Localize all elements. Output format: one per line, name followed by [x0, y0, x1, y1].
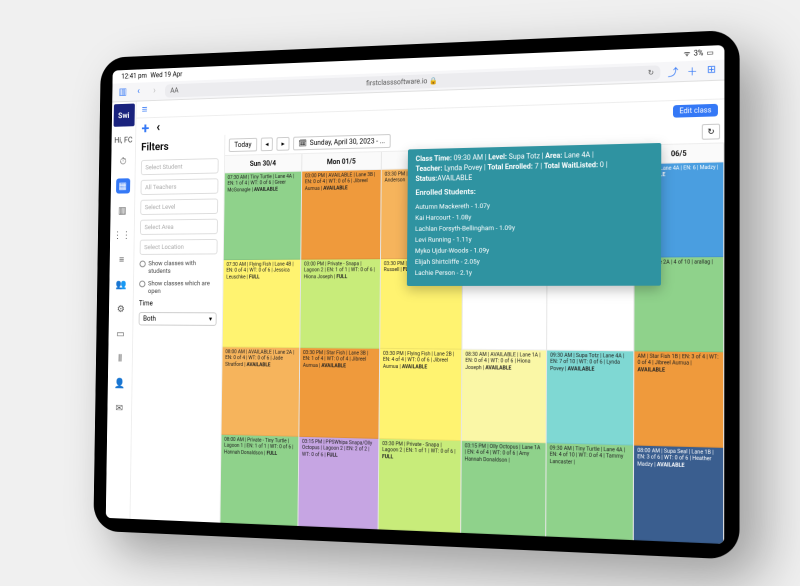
popup-section-title: Enrolled Students: [415, 184, 652, 199]
class-cell[interactable]: 03:30 PM | Private - Snapa | Lagoon 2 | … [379, 439, 461, 533]
gear-icon[interactable]: ⚙ [114, 302, 128, 317]
filters-panel: Filters Select Student All Teachers Sele… [130, 135, 225, 523]
filters-title: Filters [141, 139, 219, 154]
class-cell[interactable]: 07:30 AM | Flying Fish | Lane 4B | EN: 0… [223, 260, 301, 348]
calendar-view: Today ◂ ▸ 🗓 Sunday, April 30, 2023 - ...… [220, 120, 724, 544]
calendar-day-icon[interactable]: ▦ [116, 178, 130, 193]
class-cell[interactable]: 03:15 PM | PPSWhipa Snapa/Olly Octopus |… [298, 437, 378, 530]
today-button[interactable]: Today [229, 137, 257, 151]
edit-class-button[interactable]: Edit class [673, 104, 718, 118]
back-icon[interactable]: ‹ [133, 86, 144, 98]
enrolled-student: Elijah Shirtcliffe - 2.05y [415, 256, 653, 269]
student-select[interactable]: Select Student [141, 158, 219, 175]
greeting: Hi, FC [114, 136, 132, 145]
hamburger-icon[interactable]: ≡ [142, 103, 148, 115]
level-select[interactable]: Select Level [140, 198, 218, 215]
class-cell[interactable]: 08:00 AM | AVAILABLE | Lane 2A | EN: 0 o… [222, 347, 300, 437]
battery-icon: ▭ [707, 49, 714, 58]
enrolled-student: Lachie Person - 2.1y [415, 267, 653, 279]
grid-icon[interactable]: ⋮⋮ [115, 227, 129, 242]
radio-icon [139, 281, 145, 288]
user-icon[interactable]: 👤 [113, 376, 127, 392]
class-cell[interactable]: 03:15 PM | Olly Octopus | Lane 1A | EN: … [461, 441, 545, 536]
time-label: Time [139, 300, 217, 308]
chart-icon[interactable]: ⫴ [113, 351, 127, 366]
class-cell[interactable]: 09:30 AM | Supa Totz | Lane 4A | EN: 7 o… [547, 351, 634, 446]
list-icon[interactable]: ≡ [114, 252, 128, 267]
reload-icon[interactable]: ↻ [648, 68, 654, 76]
date-range-text: Sunday, April 30, 2023 - ... [310, 137, 385, 147]
app-logo[interactable]: Swi [113, 104, 134, 127]
location-select[interactable]: Select Location [140, 239, 218, 255]
sidebar-toggle-icon[interactable]: ▥ [117, 86, 128, 98]
lock-icon: 🔒 [429, 76, 438, 84]
calendar-icon: 🗓 [299, 139, 307, 147]
radio-label: Show classes with students [148, 259, 217, 275]
chevron-down-icon: ▾ [209, 315, 212, 323]
teacher-select[interactable]: All Teachers [141, 178, 219, 195]
class-cell[interactable]: 08:30 AM | AVAILABLE | Lane 1A | EN: 0 o… [462, 350, 546, 444]
card-icon[interactable]: ▭ [113, 326, 127, 341]
calendar-week-icon[interactable]: ▥ [115, 203, 129, 218]
class-cell[interactable]: 08:00 AM | Supa Seal | Lane 1B | EN: 3 o… [634, 446, 723, 544]
radio-icon [139, 261, 145, 268]
main-area: ≡ + ‹ Edit class Filters Select Student … [130, 81, 724, 544]
day-header: Mon 01/5 [302, 152, 381, 172]
time-select[interactable]: Both ▾ [139, 312, 217, 326]
app-root: Swi Hi, FC ⏱ ▦ ▥ ⋮⋮ ≡ 👥 ⚙ ▭ ⫴ 👤 ✉ ≡ [106, 81, 725, 544]
newtab-icon[interactable]: ＋ [686, 64, 699, 77]
wifi-icon: ᯤ [684, 49, 691, 59]
class-cell[interactable]: 09:30 AM | Tiny Turtle | Lane 4A | EN: 4… [546, 443, 633, 540]
radio-with-students[interactable]: Show classes with students [139, 259, 217, 275]
mail-icon[interactable]: ✉ [112, 400, 126, 416]
add-button[interactable]: + [141, 119, 149, 137]
tablet-frame: 12:41 pm Wed 19 Apr ᯤ 3% ▭ ▥ ‹ › AA firs… [93, 30, 739, 560]
content: Filters Select Student All Teachers Sele… [130, 120, 724, 544]
popup-students: Autumn Mackereth - 1.07yKai Harcourt - 1… [415, 198, 653, 279]
back-chevron-icon[interactable]: ‹ [156, 120, 160, 135]
radio-open-classes[interactable]: Show classes which are open [139, 279, 217, 294]
people-icon[interactable]: 👥 [114, 277, 128, 292]
forward-icon[interactable]: › [149, 85, 160, 97]
radio-label: Show classes which are open [148, 279, 217, 294]
status-time: 12:41 pm [121, 72, 147, 81]
area-select[interactable]: Select Area [140, 219, 218, 235]
share-icon[interactable]: ⤴ [667, 65, 680, 78]
class-cell[interactable]: 08:00 AM | Private - Tiny Turtle | Lagoo… [220, 435, 298, 526]
refresh-button[interactable]: ↻ [702, 124, 720, 140]
screen: 12:41 pm Wed 19 Apr ᯤ 3% ▭ ▥ ‹ › AA firs… [106, 45, 725, 544]
dashboard-icon[interactable]: ⏱ [116, 154, 130, 169]
date-range-picker[interactable]: 🗓 Sunday, April 30, 2023 - ... [293, 134, 391, 150]
class-cell[interactable]: 07:30 AM | Tiny Turtle | Lane 4A | EN: 1… [224, 172, 302, 260]
popup-header: Class Time: 09:30 AM | Level: Supa Totz … [415, 149, 652, 184]
day-column: Mon 01/503:00 PM | AVAILABLE | Lane 3B |… [298, 152, 382, 529]
class-cell[interactable]: 03:30 PM | Star Fish | Lane 3B | EN: 1 o… [299, 348, 379, 439]
battery-pct: 3% [694, 49, 704, 58]
tabs-icon[interactable]: ⊞ [705, 64, 718, 77]
day-header: Sun 30/4 [225, 154, 302, 173]
class-cell[interactable]: 03:30 PM | Flying Fish | Lane 2B | EN: 4… [379, 349, 461, 441]
class-popup: Class Time: 09:30 AM | Level: Supa Totz … [407, 143, 661, 286]
class-cell[interactable]: 03:00 PM | Private - Snapa | Lagoon 2 | … [300, 259, 380, 349]
status-date: Wed 19 Apr [150, 70, 182, 79]
reader-aa[interactable]: AA [170, 86, 178, 94]
class-cell[interactable]: AM | Star Fish 1B | EN: 3 of 4 | WT: 0 o… [634, 351, 723, 448]
day-column: Sun 30/407:30 AM | Tiny Turtle | Lane 4A… [220, 154, 302, 526]
url-text: firstclasssoftware.io [366, 77, 427, 87]
class-cell[interactable]: 03:00 PM | AVAILABLE | Lane 3B | EN: 0 o… [301, 170, 381, 260]
prev-week-button[interactable]: ◂ [261, 137, 274, 151]
next-week-button[interactable]: ▸ [277, 136, 290, 150]
time-value: Both [143, 315, 156, 323]
